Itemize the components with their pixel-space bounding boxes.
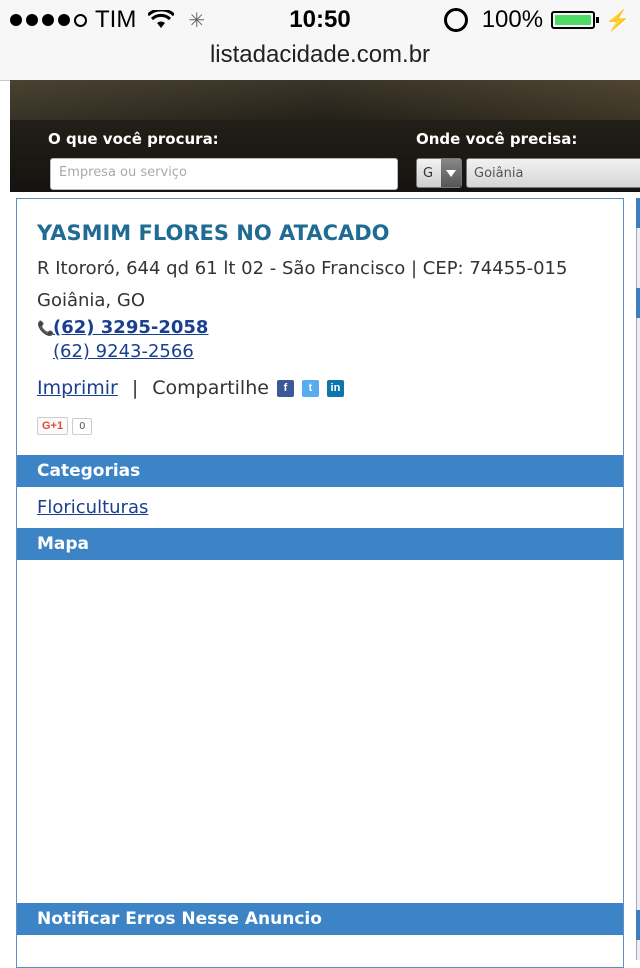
state-select-value: G: [423, 166, 434, 181]
battery-percent: 100%: [481, 6, 544, 33]
charging-bolt-icon: ⚡: [605, 9, 630, 32]
report-errors-header[interactable]: Notificar Erros Nesse Anuncio: [17, 903, 623, 935]
gplus-count: 0: [72, 417, 93, 435]
address-bar[interactable]: listadacidade.com.br: [0, 40, 640, 81]
search-placeholder: Empresa ou serviço: [59, 165, 187, 180]
alarm-icon: [443, 8, 468, 32]
status-right: 100% ⚡: [443, 6, 630, 34]
phone-icon: 📞: [37, 321, 55, 337]
url-text[interactable]: listadacidade.com.br: [210, 41, 430, 68]
gplus-widget[interactable]: G+1 0: [37, 417, 93, 435]
address-line-2: Goiânia, GO: [37, 290, 145, 311]
facebook-icon[interactable]: f: [276, 379, 294, 397]
address-line-1: R Itororó, 644 qd 61 lt 02 - São Francis…: [37, 258, 568, 279]
actions-row: Imprimir | Compartilhe f t in: [37, 377, 344, 399]
categories-header: Categorias: [17, 455, 623, 487]
city-select[interactable]: Goiânia: [466, 158, 640, 188]
business-name: YASMIM FLORES NO ATACADO: [37, 221, 390, 245]
where-label: Onde você precisa:: [416, 130, 578, 148]
map-area[interactable]: [17, 560, 623, 903]
what-label: O que você procura:: [48, 130, 219, 148]
print-link[interactable]: Imprimir: [37, 377, 118, 399]
linkedin-icon[interactable]: in: [326, 379, 344, 397]
map-header: Mapa: [17, 528, 623, 560]
search-input[interactable]: Empresa ou serviço: [50, 158, 398, 190]
listing-card: YASMIM FLORES NO ATACADO R Itororó, 644 …: [16, 198, 624, 968]
battery-icon: [551, 11, 600, 29]
header-background-image: [10, 80, 640, 120]
phone-link-2[interactable]: (62) 9243-2566: [53, 341, 194, 362]
battery-fill: [555, 15, 592, 25]
business-address: R Itororó, 644 qd 61 lt 02 - São Francis…: [37, 253, 617, 317]
site-header: O que você procura: Onde você precisa: E…: [10, 80, 640, 192]
state-select[interactable]: G: [416, 158, 462, 188]
separator: |: [131, 377, 139, 399]
twitter-icon[interactable]: t: [301, 379, 319, 397]
gplus-button[interactable]: G+1: [37, 417, 69, 435]
adjacent-bar: [636, 288, 640, 318]
status-bar: TIM ✳ 10:50 100% ⚡: [0, 0, 640, 40]
share-label: Compartilhe: [152, 377, 269, 399]
adjacent-bar: [636, 198, 640, 228]
city-select-value: Goiânia: [474, 166, 524, 181]
adjacent-bar: [636, 910, 640, 940]
phone-link-1[interactable]: (62) 3295-2058: [53, 317, 208, 338]
category-link[interactable]: Floriculturas: [37, 497, 148, 518]
chevron-down-icon: [441, 159, 461, 187]
